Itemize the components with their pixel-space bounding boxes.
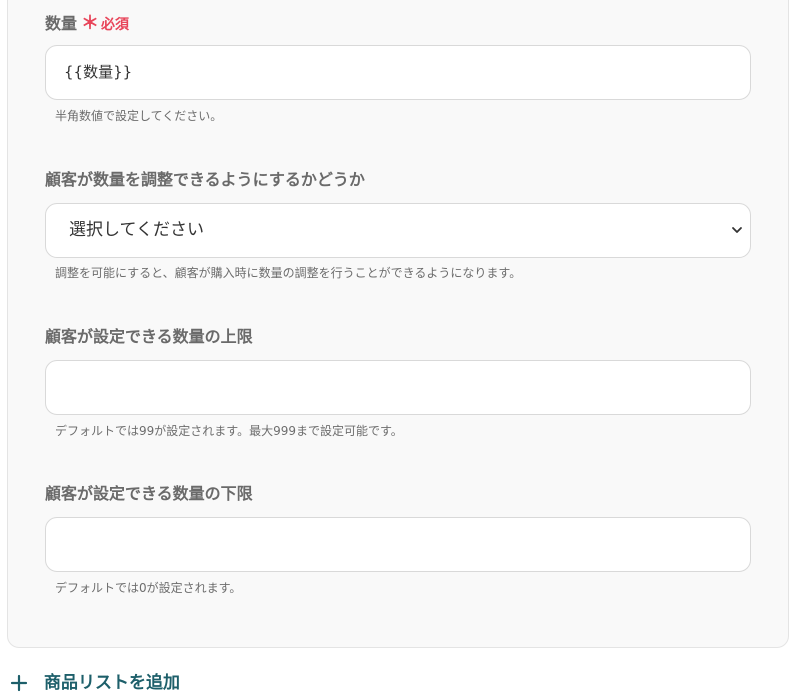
- add-product-list-label: 商品リストを追加: [44, 673, 180, 693]
- chevron-down-icon: [732, 227, 742, 233]
- quantity-label: 数量＊必須: [45, 12, 129, 36]
- max-quantity-help-text: デフォルトでは99が設定されます。最大999まで設定可能です。: [55, 424, 403, 438]
- max-quantity-label: 顧客が設定できる数量の上限: [45, 327, 253, 346]
- add-product-list-button[interactable]: 商品リストを追加: [10, 670, 180, 696]
- max-quantity-input[interactable]: [45, 360, 751, 415]
- quantity-input[interactable]: {{数量}}: [45, 45, 751, 100]
- required-badge: 必須: [101, 17, 130, 33]
- min-quantity-help-text: デフォルトでは0が設定されます。: [55, 581, 242, 595]
- quantity-help-text: 半角数値で設定してください。: [55, 109, 223, 123]
- min-quantity-input[interactable]: [45, 517, 751, 572]
- quantity-input-value: {{数量}}: [64, 63, 133, 81]
- adjustable-select[interactable]: 選択してください: [45, 203, 751, 258]
- quantity-label-text: 数量: [45, 14, 78, 33]
- adjustable-label: 顧客が数量を調整できるようにするかどうか: [45, 170, 365, 189]
- required-asterisk: ＊: [81, 13, 100, 34]
- min-quantity-label: 顧客が設定できる数量の下限: [45, 484, 253, 503]
- adjustable-help-text: 調整を可能にすると、顧客が購入時に数量の調整を行うことができるようになります。: [55, 266, 522, 280]
- adjustable-select-value: 選択してください: [69, 220, 204, 240]
- plus-icon: [10, 674, 28, 692]
